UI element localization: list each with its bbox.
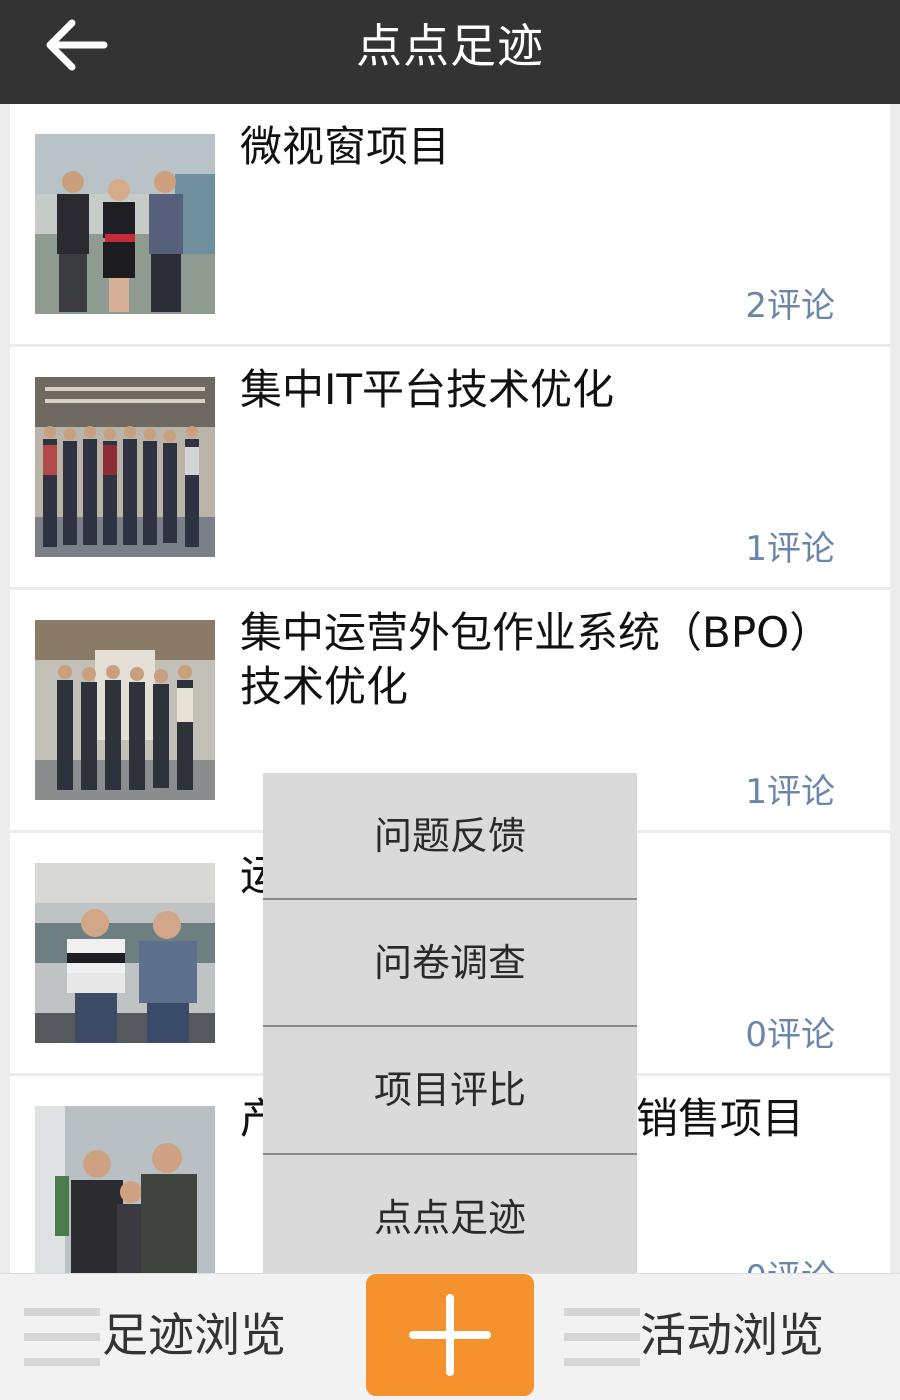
menu-item-survey[interactable]: 问卷调查 [263, 900, 637, 1026]
item-photo [35, 134, 215, 314]
comment-count-link[interactable]: 1评论 [745, 527, 835, 571]
app-header: 点点足迹 [0, 0, 900, 104]
activity-browse-button[interactable]: 活动浏览 [564, 1274, 864, 1400]
item-photo [35, 863, 215, 1043]
footprint-browse-label: 足迹浏览 [102, 1308, 286, 1362]
menu-icon [564, 1308, 640, 1366]
item-title-visible-end: 销售项目 [636, 1094, 805, 1143]
item-photo [35, 377, 215, 557]
comment-count-link[interactable]: 0评论 [745, 1013, 835, 1057]
comment-count-link[interactable]: 1评论 [745, 770, 835, 814]
comment-count-link[interactable]: 2评论 [745, 284, 835, 328]
item-title: 集中IT平台技术优化 [240, 365, 615, 414]
item-title: 微视窗项目 [240, 122, 451, 171]
item-photo [35, 1106, 215, 1274]
add-button[interactable] [366, 1274, 534, 1396]
menu-item-project-rating[interactable]: 项目评比 [263, 1027, 637, 1153]
popup-menu: 问题反馈 问卷调查 项目评比 点点足迹 [263, 773, 637, 1273]
plus-icon [409, 1294, 491, 1376]
list-item[interactable]: 集中IT平台技术优化 1评论 [10, 347, 890, 587]
comment-count-link[interactable]: 0评论 [745, 1256, 835, 1274]
item-title: 集中运营外包作业系统（BPO）技术优化 [240, 608, 832, 711]
menu-item-feedback[interactable]: 问题反馈 [263, 773, 637, 899]
item-photo [35, 620, 215, 800]
footprint-browse-button[interactable]: 足迹浏览 [24, 1274, 314, 1400]
menu-item-footprints[interactable]: 点点足迹 [263, 1155, 637, 1281]
list-item[interactable]: 微视窗项目 2评论 [10, 104, 890, 344]
menu-icon [24, 1308, 100, 1366]
activity-browse-label: 活动浏览 [640, 1308, 824, 1362]
page-title: 点点足迹 [356, 19, 544, 73]
